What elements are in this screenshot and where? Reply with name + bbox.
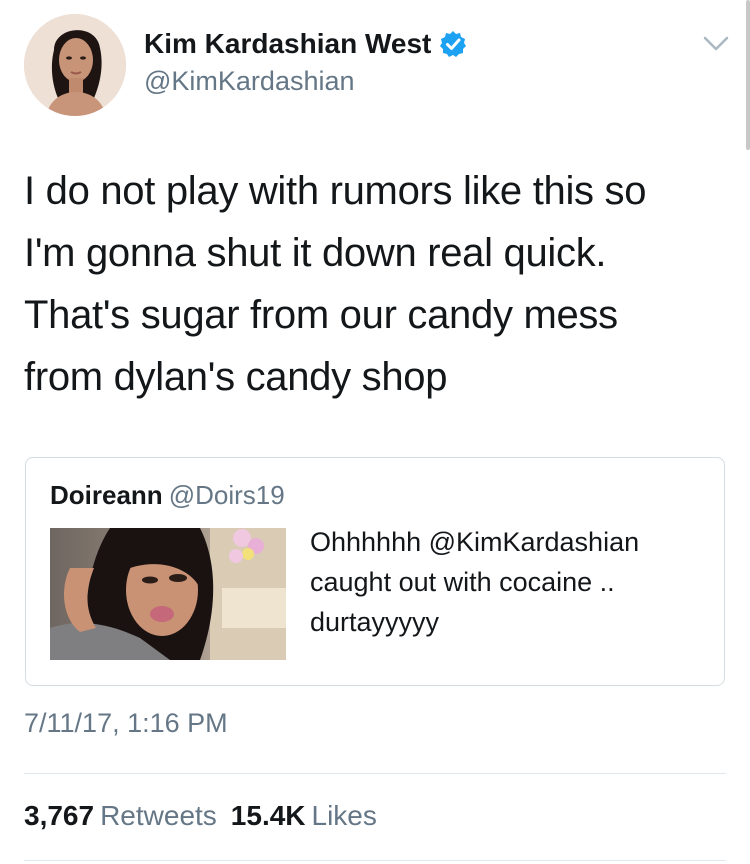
author-handle[interactable]: @KimKardashian <box>144 66 355 97</box>
author-display-name[interactable]: Kim Kardashian West <box>144 28 467 60</box>
likes-count[interactable]: 15.4K <box>231 800 306 831</box>
chevron-down-icon[interactable] <box>702 34 730 54</box>
divider <box>24 773 726 774</box>
quoted-tweet-author: Doireann @Doirs19 <box>50 480 285 511</box>
tweet-text-line: I'm gonna shut it down real quick. <box>24 231 607 275</box>
tweet-text-line: That's sugar from our candy mess <box>24 293 618 337</box>
tweet-text-line: I do not play with rumors like this so <box>24 169 647 213</box>
tweet-text-line: from dylan's candy shop <box>24 355 448 399</box>
tweet-text: I do not play with rumors like this so I… <box>24 160 724 408</box>
tweet-stats: 3,767 Retweets 15.4K Likes <box>24 800 391 832</box>
profile-photo-icon <box>24 14 126 116</box>
quoted-author-name: Doireann <box>50 480 163 510</box>
scrollbar[interactable] <box>746 0 750 150</box>
quoted-tweet-thumbnail[interactable] <box>50 528 286 660</box>
divider <box>24 860 726 861</box>
verified-badge-icon <box>439 30 467 58</box>
retweets-count[interactable]: 3,767 <box>24 800 94 831</box>
tweet-timestamp[interactable]: 7/11/17, 1:16 PM <box>24 708 228 739</box>
display-name-text: Kim Kardashian West <box>144 28 432 59</box>
quoted-text-line: durtayyyyy <box>310 607 440 637</box>
selfie-photo-icon <box>50 528 286 660</box>
quoted-tweet-text: Ohhhhhh @KimKardashian caught out with c… <box>310 522 710 642</box>
tweet-detail: Kim Kardashian West @KimKardashian I do … <box>0 0 750 864</box>
quoted-text-line: Ohhhhhh @KimKardashian <box>310 527 640 557</box>
retweets-label[interactable]: Retweets <box>100 800 217 831</box>
quoted-tweet-card[interactable]: Doireann @Doirs19 Ohhhhhh @KimKardashian… <box>25 457 725 686</box>
quoted-text-line: caught out with cocaine .. <box>310 567 615 597</box>
avatar[interactable] <box>24 14 126 116</box>
likes-label[interactable]: Likes <box>312 800 377 831</box>
quoted-author-handle: @Doirs19 <box>168 480 285 510</box>
